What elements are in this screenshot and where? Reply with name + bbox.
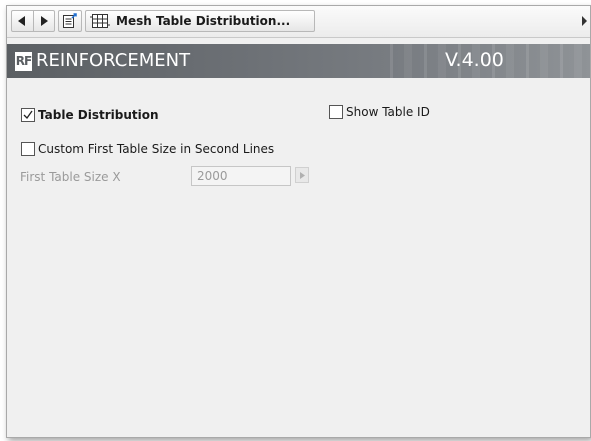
mesh-table-button[interactable]: Mesh Table Distribution... [85, 10, 315, 32]
triangle-right-icon [299, 171, 305, 179]
custom-first-size-option[interactable]: Custom First Table Size in Second Lines [21, 142, 274, 156]
document-arrow-icon [63, 13, 77, 28]
triangle-left-icon [18, 16, 26, 26]
banner-title: REINFORCEMENT [36, 50, 191, 71]
toolbar: Mesh Table Distribution... [7, 6, 590, 38]
show-table-id-option[interactable]: Show Table ID [329, 105, 430, 119]
table-distribution-label: Table Distribution [38, 108, 159, 122]
first-table-size-x-input[interactable]: 2000 [191, 166, 291, 186]
document-settings-button[interactable] [58, 10, 82, 32]
settings-window: Mesh Table Distribution... RF REINFORCEM… [6, 5, 591, 438]
show-table-id-checkbox[interactable] [329, 105, 343, 119]
product-banner: RF REINFORCEMENT V.4.00 [7, 44, 590, 78]
first-table-size-x-label: First Table Size X [20, 170, 121, 184]
version-label: V.4.00 [445, 49, 504, 71]
show-table-id-label: Show Table ID [346, 105, 430, 119]
first-table-size-x-stepper[interactable] [295, 167, 309, 183]
brand-logo: RF [15, 52, 32, 71]
table-distribution-checkbox[interactable] [21, 108, 35, 122]
toolbar-title: Mesh Table Distribution... [116, 14, 291, 28]
nav-button-group [11, 10, 55, 32]
forward-button[interactable] [34, 11, 55, 31]
table-distribution-option[interactable]: Table Distribution [21, 108, 159, 122]
custom-first-size-label: Custom First Table Size in Second Lines [38, 142, 275, 156]
custom-first-size-checkbox[interactable] [21, 142, 35, 156]
mesh-table-icon [90, 14, 110, 28]
options-panel: Table Distribution Show Table ID Custom … [7, 78, 590, 437]
back-button[interactable] [12, 11, 33, 31]
chevron-right-icon[interactable] [582, 16, 587, 26]
checkmark-icon [23, 110, 33, 120]
triangle-right-icon [40, 16, 48, 26]
